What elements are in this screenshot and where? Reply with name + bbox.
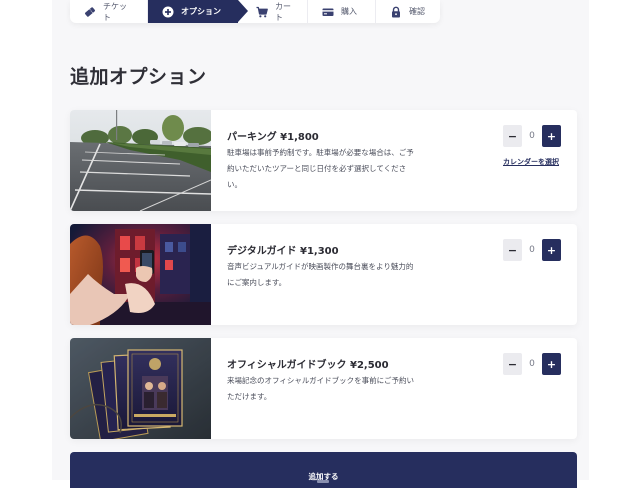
quantity-value: 0 — [529, 245, 535, 255]
checkout-stepper: チケット オプション カート 購入 確認 — [70, 0, 440, 23]
step-confirm[interactable]: 確認 — [376, 0, 440, 23]
parking-lot-image — [70, 110, 211, 211]
ticket-icon — [84, 6, 96, 18]
plus-circle-icon — [162, 6, 174, 18]
quantity-value: 0 — [529, 131, 535, 141]
option-card-digital-guide: デジタルガイド ¥1,300 音声ビジュアルガイドが映画製作の舞台裏をより魅力的… — [70, 224, 577, 325]
add-button[interactable]: 追加する — [70, 452, 577, 488]
step-options[interactable]: オプション — [148, 0, 248, 23]
step-label: カート — [275, 1, 291, 22]
decrease-button[interactable]: − — [503, 353, 522, 375]
quantity-stepper: − 0 + — [503, 125, 561, 147]
add-button-indicator — [317, 480, 329, 483]
increase-button[interactable]: + — [542, 353, 561, 375]
decrease-button[interactable]: − — [503, 239, 522, 261]
quantity-stepper: − 0 + — [503, 239, 561, 261]
option-card-parking: パーキング ¥1,800 駐車場は事前予約制です。駐車場が必要な場合は、ご予約い… — [70, 110, 577, 211]
step-tickets[interactable]: チケット — [70, 0, 148, 23]
option-card-guidebook: オフィシャルガイドブック ¥2,500 来場記念のオフィシャルガイドブックを事前… — [70, 338, 577, 439]
decrease-button[interactable]: − — [503, 125, 522, 147]
option-name: パーキング ¥1,800 — [227, 132, 319, 143]
quantity-value: 0 — [529, 359, 535, 369]
lock-icon — [390, 6, 402, 18]
guidebook-image — [70, 338, 211, 439]
increase-button[interactable]: + — [542, 239, 561, 261]
option-description: 音声ビジュアルガイドが映画製作の舞台裏をより魅力的にご案内します。 — [227, 262, 414, 287]
step-cart[interactable]: カート — [238, 0, 308, 23]
step-label: 購入 — [341, 7, 357, 16]
digital-guide-image — [70, 224, 211, 325]
credit-card-icon — [322, 6, 334, 18]
quantity-stepper: − 0 + — [503, 353, 561, 375]
step-label: オプション — [181, 7, 221, 16]
step-label: チケット — [103, 1, 127, 22]
option-description: 来場記念のオフィシャルガイドブックを事前にご予約いただけます。 — [227, 376, 414, 401]
increase-button[interactable]: + — [542, 125, 561, 147]
option-description: 駐車場は事前予約制です。駐車場が必要な場合は、ご予約いただいたツアーと同じ日付を… — [227, 148, 414, 189]
select-calendar-link[interactable]: カレンダーを選択 — [503, 157, 559, 167]
option-name: オフィシャルガイドブック ¥2,500 — [227, 360, 389, 371]
cart-icon — [256, 6, 268, 18]
step-label: 確認 — [409, 7, 425, 16]
option-name: デジタルガイド ¥1,300 — [227, 246, 339, 257]
page-title: 追加オプション — [70, 66, 207, 88]
step-purchase[interactable]: 購入 — [308, 0, 376, 23]
